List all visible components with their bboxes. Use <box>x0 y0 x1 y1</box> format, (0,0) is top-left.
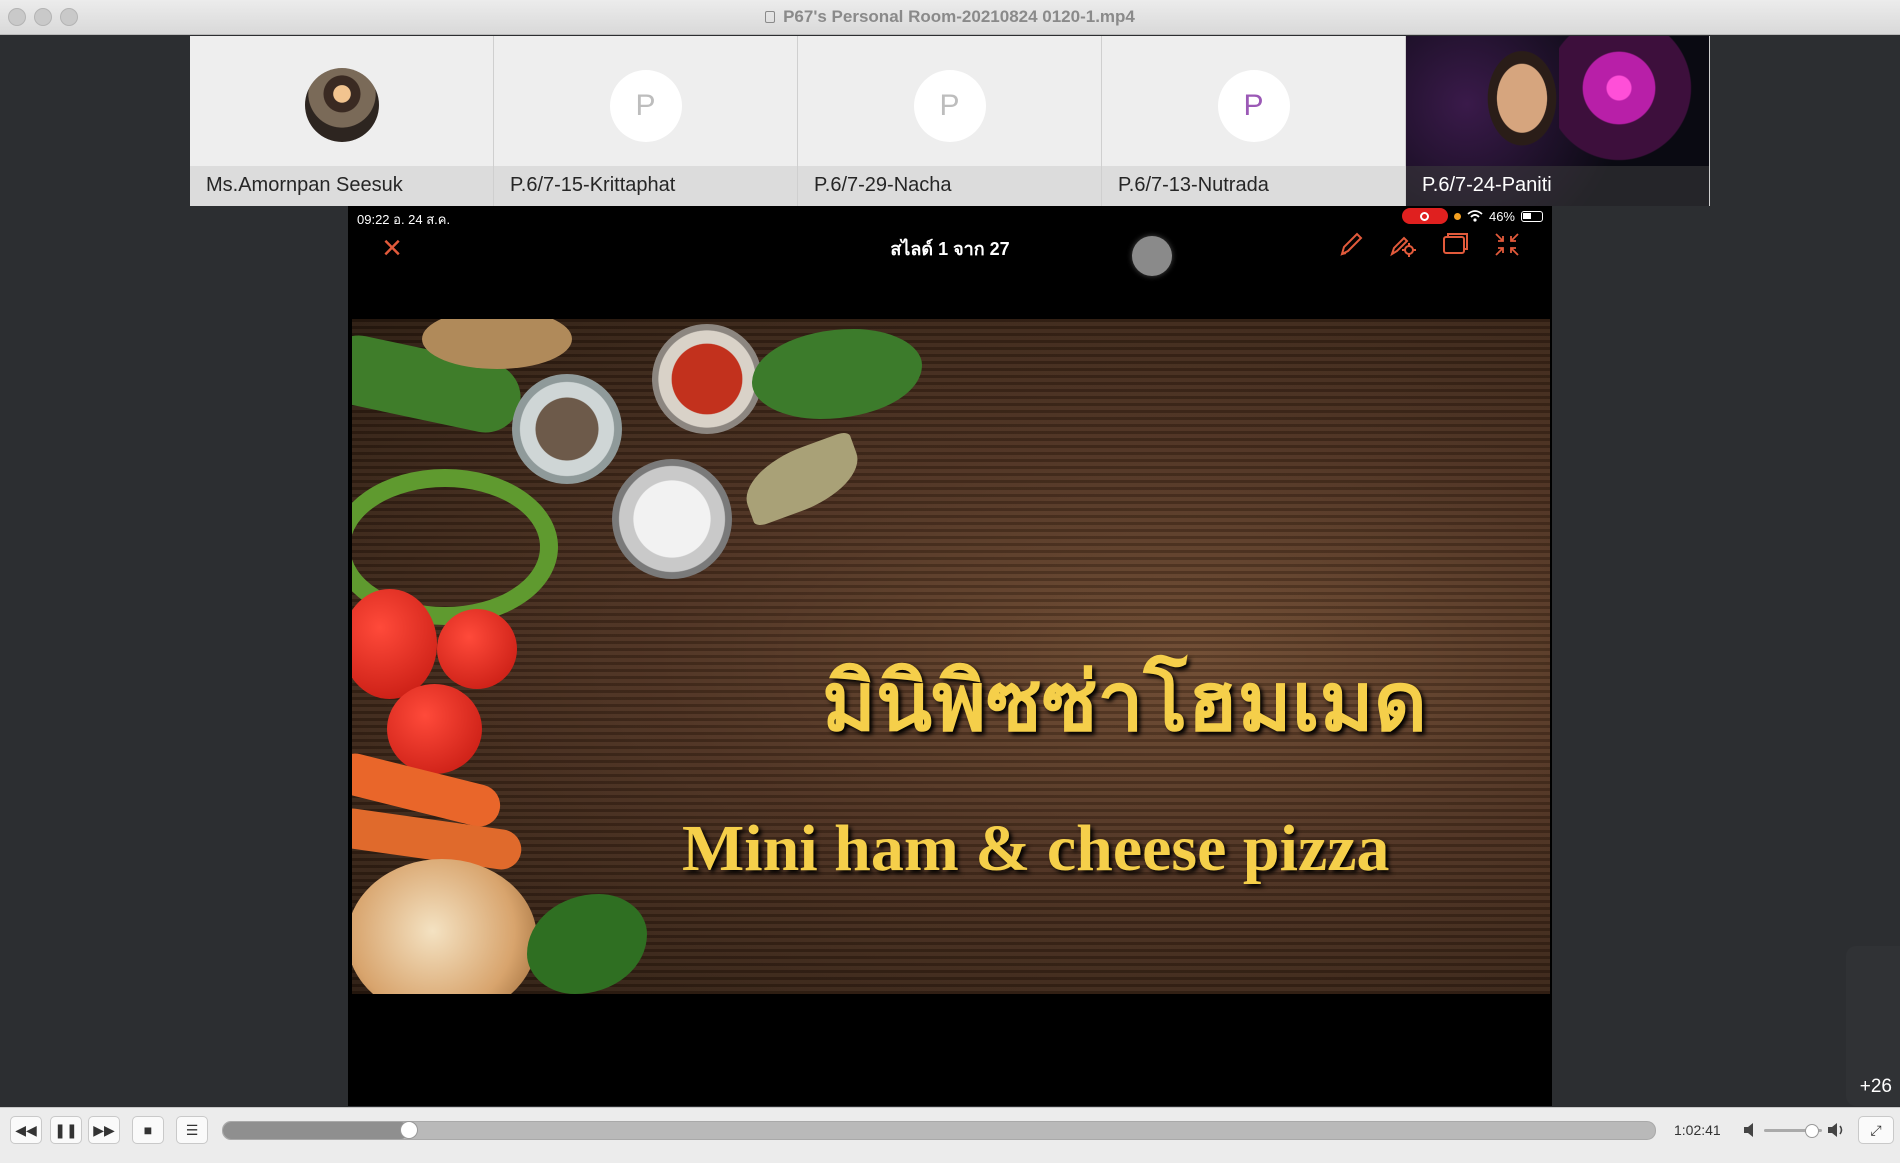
avatar: P <box>609 70 682 142</box>
participant-strip: Ms.Amornpan Seesuk P P.6/7-15-Krittaphat… <box>190 36 1710 206</box>
salt-jar-image <box>612 459 732 579</box>
slide-title-thai: มินิพิซซ่าโฮมเมด <box>822 654 1427 750</box>
tomato-image <box>437 609 517 689</box>
participant-tile[interactable]: P P.6/7-29-Nacha <box>798 36 1102 206</box>
participant-name: P.6/7-15-Krittaphat <box>510 174 676 196</box>
playback-scrubber[interactable] <box>222 1121 1656 1140</box>
chapters-icon[interactable]: ☰ <box>176 1116 208 1144</box>
participant-tile[interactable]: Ms.Amornpan Seesuk <box>190 36 494 206</box>
slide-title-english: Mini ham & cheese pizza <box>682 812 1390 885</box>
pencil-icon[interactable] <box>1336 228 1366 260</box>
window-titlebar: P67's Personal Room-20210824 0120-1.mp4 <box>0 0 1900 35</box>
participant-tile[interactable]: P P.6/7-13-Nutrada <box>1102 36 1406 206</box>
recording-icon <box>1401 208 1448 224</box>
scrubber-handle[interactable] <box>400 1121 419 1139</box>
document-icon <box>765 11 776 23</box>
volume-control <box>1742 1118 1844 1142</box>
tomato-image <box>387 684 482 774</box>
mic-indicator-icon <box>1453 212 1461 220</box>
participant-name: P.6/7-13-Nutrada <box>1118 174 1269 196</box>
volume-high-icon[interactable] <box>1826 1118 1846 1142</box>
presentation-slide: มินิพิซซ่าโฮมเมด Mini ham & cheese pizza <box>352 319 1550 994</box>
volume-low-icon[interactable] <box>1742 1118 1758 1142</box>
elapsed-time: 1:02:41 <box>1674 1122 1721 1138</box>
volume-slider-handle[interactable] <box>1805 1124 1820 1138</box>
participant-name: P.6/7-29-Nacha <box>814 174 952 196</box>
device-status: 46% <box>1401 208 1543 224</box>
fullscreen-icon[interactable]: ⤢ <box>1858 1116 1894 1144</box>
battery-percent: 46% <box>1488 208 1515 224</box>
player-controls: ◀◀ ❚❚ ▶▶ ■ ☰ 1:02:41 ⤢ <box>0 1107 1900 1163</box>
participant-tile[interactable]: P.6/7-24-Paniti <box>1406 36 1710 206</box>
fast-forward-icon[interactable]: ▶▶ <box>88 1116 120 1144</box>
avatar <box>304 68 379 142</box>
window-title: P67's Personal Room-20210824 0120-1.mp4 <box>783 7 1135 26</box>
screen-share: 09:22 อ. 24 ส.ค. 46% × สไลด์ 1 จาก 27 มิ… <box>348 206 1552 1106</box>
participant-video <box>1472 42 1572 167</box>
battery-icon <box>1521 210 1543 222</box>
pause-icon[interactable]: ❚❚ <box>50 1116 82 1144</box>
more-participants-tab[interactable]: +26 <box>1846 946 1900 1106</box>
wifi-icon <box>1467 210 1483 222</box>
more-participants-count: +26 <box>1859 1076 1892 1097</box>
avatar: P <box>1217 70 1290 142</box>
participant-name: Ms.Amornpan Seesuk <box>206 174 403 196</box>
pepper-jar-image <box>512 374 622 484</box>
presentation-toolbar: × สไลด์ 1 จาก 27 <box>348 226 1552 286</box>
participant-tile[interactable]: P P.6/7-15-Krittaphat <box>494 36 798 206</box>
capture-button[interactable] <box>1132 236 1172 276</box>
collapse-icon[interactable] <box>1492 228 1522 260</box>
chili-jar-image <box>652 324 762 434</box>
window-icon[interactable] <box>1440 228 1470 260</box>
annotate-settings-icon[interactable] <box>1388 228 1418 260</box>
stop-icon[interactable]: ■ <box>132 1116 164 1144</box>
participant-name: P.6/7-24-Paniti <box>1422 174 1552 196</box>
avatar: P <box>913 70 986 142</box>
rewind-icon[interactable]: ◀◀ <box>10 1116 42 1144</box>
